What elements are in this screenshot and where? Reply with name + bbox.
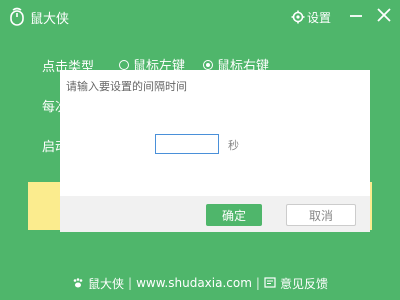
dialog-prompt: 请输入要设置的间隔时间 [66,80,187,93]
interval-input[interactable] [155,134,219,154]
settings-button[interactable]: 设置 [291,8,331,26]
seconds-unit-label: 秒 [228,139,239,152]
footer-feedback-link[interactable]: 意见反馈 [280,275,328,292]
footer-brand-link[interactable]: 鼠大侠 [88,275,124,292]
app-title: 鼠大侠 [30,12,70,27]
footer-separator: | [128,276,133,290]
app-logo-icon [10,7,24,26]
footer-url-link[interactable]: www.shudaxia.com [136,276,252,290]
gear-icon [291,10,305,24]
radio-indicator [119,59,129,70]
paw-icon [73,278,83,288]
ok-button[interactable]: 确定 [206,204,262,226]
minimize-icon[interactable] [348,8,364,24]
feedback-icon [264,277,276,288]
radio-indicator-selected [203,59,214,70]
interval-dialog: 请输入要设置的间隔时间 秒 确定 取消 [60,70,370,232]
footer-bar: 鼠大侠 | www.shudaxia.com | 意见反馈 [0,272,400,294]
footer-separator: | [255,276,260,290]
settings-label: 设置 [307,10,332,25]
title-bar: 鼠大侠 设置 [0,0,400,34]
close-icon[interactable] [377,8,391,22]
cancel-button[interactable]: 取消 [286,204,356,226]
